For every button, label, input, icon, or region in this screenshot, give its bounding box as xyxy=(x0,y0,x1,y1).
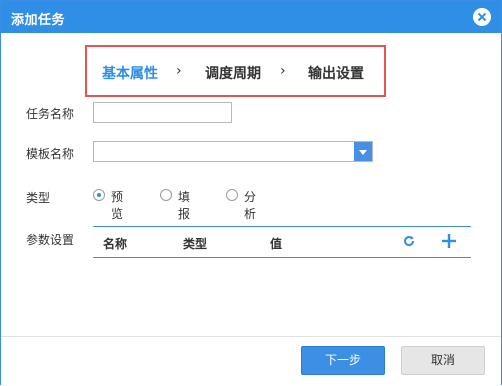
radio-fill-label[interactable]: 填报 xyxy=(178,188,190,222)
type-label: 类型 xyxy=(26,191,51,205)
template-name-label: 模板名称 xyxy=(26,147,75,161)
column-type: 类型 xyxy=(183,237,208,251)
task-name-input[interactable] xyxy=(93,102,232,123)
cancel-button[interactable]: 取消 xyxy=(401,346,485,375)
dialog-titlebar: 添加任务 xyxy=(1,1,501,33)
radio-preview[interactable] xyxy=(93,189,105,201)
step-separator-icon: › xyxy=(176,63,182,79)
template-select[interactable] xyxy=(93,141,373,162)
task-name-label: 任务名称 xyxy=(26,107,75,121)
close-icon[interactable] xyxy=(473,8,491,26)
column-value: 值 xyxy=(270,237,283,251)
dialog-title: 添加任务 xyxy=(11,13,66,28)
radio-analysis-label[interactable]: 分析 xyxy=(244,188,256,222)
radio-fill[interactable] xyxy=(160,189,172,201)
step-schedule-cycle[interactable]: 调度周期 xyxy=(205,63,261,83)
params-label: 参数设置 xyxy=(26,233,75,247)
params-table-header: 名称 类型 值 xyxy=(93,226,471,258)
refresh-icon[interactable] xyxy=(403,235,415,247)
radio-preview-label[interactable]: 预览 xyxy=(111,188,123,222)
step-navigation: 基本属性 › 调度周期 › 输出设置 xyxy=(85,45,386,97)
column-name: 名称 xyxy=(103,237,128,251)
step-basic-properties[interactable]: 基本属性 xyxy=(102,63,158,83)
plus-icon[interactable] xyxy=(441,233,457,249)
step-output-settings[interactable]: 输出设置 xyxy=(308,63,364,83)
add-task-dialog: 添加任务 基本属性 › 调度周期 › 输出设置 任务名称 模板名称 类型 预览 … xyxy=(0,0,502,386)
radio-analysis[interactable] xyxy=(226,189,238,201)
next-step-button[interactable]: 下一步 xyxy=(301,346,385,375)
chevron-down-icon[interactable] xyxy=(354,142,372,161)
step-separator-icon: › xyxy=(280,63,286,79)
